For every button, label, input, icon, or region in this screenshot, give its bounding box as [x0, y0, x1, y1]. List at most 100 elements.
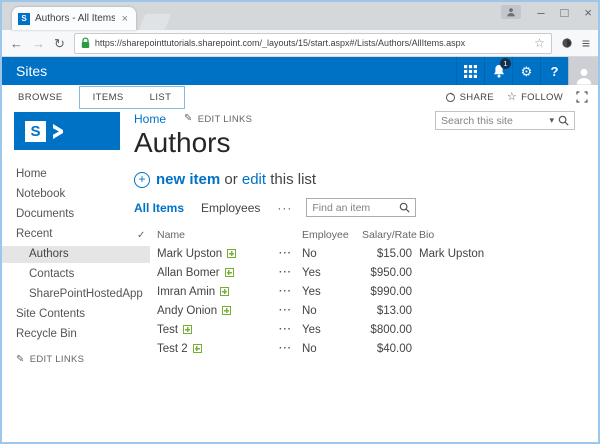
search-icon[interactable]: [558, 115, 569, 126]
forward-button[interactable]: →: [32, 37, 45, 50]
extension-icon[interactable]: [561, 37, 573, 49]
sidebar-item-label: Home: [16, 168, 47, 180]
sidebar-item-authors[interactable]: Authors: [2, 246, 150, 263]
employee-cell: Yes: [302, 286, 362, 298]
help-button[interactable]: ?: [540, 57, 568, 85]
list-rows: Mark Upston ··· No $15.00 Mark Upston Al…: [137, 244, 598, 358]
focus-on-content-icon[interactable]: [576, 91, 588, 103]
notifications-button[interactable]: 1: [484, 57, 512, 85]
tab-close-icon[interactable]: ×: [120, 13, 130, 25]
table-row[interactable]: Imran Amin ··· Yes $990.00: [137, 282, 598, 301]
bookmark-star-icon[interactable]: ☆: [534, 37, 545, 49]
item-name-link[interactable]: Imran Amin: [157, 286, 215, 298]
item-menu-button[interactable]: ···: [279, 305, 302, 316]
sidebar-item-recycle-bin[interactable]: Recycle Bin: [2, 326, 132, 343]
salary-cell: $13.00: [362, 305, 412, 317]
gear-icon: ⚙: [521, 65, 533, 78]
share-label: SHARE: [460, 92, 494, 103]
pencil-icon: ✎: [184, 114, 193, 124]
back-button[interactable]: ←: [10, 37, 23, 50]
salary-cell: $800.00: [362, 324, 412, 336]
sidebar-item-label: SharePointHostedApp: [29, 288, 143, 300]
list-header-row: ✓ Name Employee Salary/Rate Bio: [137, 226, 598, 244]
sidebar-item-recent[interactable]: Recent: [2, 226, 132, 243]
item-name-link[interactable]: Test 2: [157, 343, 188, 355]
ribbon-contextual-group: ITEMS LIST: [79, 86, 186, 109]
app-launcher-button[interactable]: [456, 57, 484, 85]
table-row[interactable]: Andy Onion ··· No $13.00: [137, 301, 598, 320]
address-bar[interactable]: https://sharepointtutorials.sharepoint.c…: [74, 33, 552, 54]
new-item-badge-icon: [227, 249, 236, 258]
table-row[interactable]: Mark Upston ··· No $15.00 Mark Upston: [137, 244, 598, 263]
settings-button[interactable]: ⚙: [512, 57, 540, 85]
person-icon: [506, 7, 516, 17]
views-more-button[interactable]: ···: [277, 201, 292, 215]
sidebar-item-label: Site Contents: [16, 308, 85, 320]
breadcrumb-home-link[interactable]: Home: [134, 112, 166, 126]
item-menu-button[interactable]: ···: [279, 267, 302, 278]
sidebar-nav: HomeNotebookDocumentsRecentAuthorsContac…: [2, 166, 132, 343]
sidebar-edit-links[interactable]: ✎ EDIT LINKS: [2, 354, 132, 365]
new-tab-button[interactable]: [139, 14, 171, 30]
user-avatar[interactable]: [568, 57, 598, 85]
follow-button[interactable]: ☆ FOLLOW: [507, 92, 563, 103]
sidebar-item-notebook[interactable]: Notebook: [2, 186, 132, 203]
view-tab-employees[interactable]: Employees: [201, 201, 260, 215]
ribbon-tab-list[interactable]: LIST: [137, 92, 185, 103]
browser-tabstrip: S Authors - All Items × – □ ×: [2, 2, 598, 30]
chrome-menu-icon[interactable]: ≡: [582, 36, 590, 50]
ribbon-tab-items[interactable]: ITEMS: [80, 92, 137, 103]
browser-tab[interactable]: S Authors - All Items ×: [12, 7, 136, 30]
window-maximize-button[interactable]: □: [561, 6, 569, 19]
item-menu-button[interactable]: ···: [279, 324, 302, 335]
item-menu-button[interactable]: ···: [279, 248, 302, 259]
notification-badge: 1: [500, 58, 511, 69]
new-item-badge-icon: [222, 306, 231, 315]
bio-cell: Mark Upston: [412, 248, 598, 260]
new-item-link[interactable]: new item: [156, 171, 220, 188]
ribbon-bar: BROWSE ITEMS LIST SHARE ☆ FOLLOW: [2, 85, 598, 109]
top-edit-links[interactable]: ✎ EDIT LINKS: [184, 114, 252, 125]
item-menu-button[interactable]: ···: [279, 286, 302, 297]
table-row[interactable]: Test ··· Yes $800.00: [137, 320, 598, 339]
find-item-placeholder: Find an item: [312, 202, 395, 214]
item-name-link[interactable]: Mark Upston: [157, 248, 222, 260]
browser-profile-button[interactable]: [501, 5, 521, 19]
sidebar-item-sharepointhostedapp[interactable]: SharePointHostedApp: [2, 286, 132, 303]
salary-cell: $40.00: [362, 343, 412, 355]
item-name-link[interactable]: Allan Bomer: [157, 267, 220, 279]
new-item-badge-icon: [220, 287, 229, 296]
edit-links-label: EDIT LINKS: [198, 114, 253, 125]
column-header-name[interactable]: Name: [157, 229, 279, 241]
item-name-link[interactable]: Test: [157, 324, 178, 336]
item-name-link[interactable]: Andy Onion: [157, 305, 217, 317]
window-close-button[interactable]: ×: [584, 6, 592, 19]
window-minimize-button[interactable]: –: [537, 6, 544, 19]
refresh-button[interactable]: ↻: [54, 37, 65, 50]
select-all-checkbox[interactable]: ✓: [137, 230, 157, 241]
table-row[interactable]: Test 2 ··· No $40.00: [137, 339, 598, 358]
edit-list-link[interactable]: edit: [242, 171, 266, 188]
new-item-plus-icon[interactable]: +: [134, 172, 150, 188]
sidebar-item-home[interactable]: Home: [2, 166, 132, 183]
table-row[interactable]: Allan Bomer ··· Yes $950.00: [137, 263, 598, 282]
column-header-bio[interactable]: Bio: [412, 229, 598, 241]
column-header-employee[interactable]: Employee: [302, 229, 362, 241]
share-button[interactable]: SHARE: [445, 92, 494, 103]
sharepoint-logo[interactable]: S: [14, 112, 120, 150]
search-scope-dropdown-icon[interactable]: ▾: [549, 116, 554, 125]
site-search-box[interactable]: Search this site ▾: [435, 111, 575, 130]
search-icon[interactable]: [399, 202, 410, 213]
sidebar-item-contacts[interactable]: Contacts: [2, 266, 132, 283]
ribbon-tab-browse[interactable]: BROWSE: [16, 92, 65, 103]
item-menu-button[interactable]: ···: [279, 343, 302, 354]
https-lock-icon: [81, 37, 90, 49]
new-item-badge-icon: [193, 344, 202, 353]
view-tab-all-items[interactable]: All Items: [134, 201, 184, 215]
sidebar-item-documents[interactable]: Documents: [2, 206, 132, 223]
suite-bar-title[interactable]: Sites: [2, 57, 456, 85]
find-item-box[interactable]: Find an item: [306, 198, 416, 217]
sidebar-item-site-contents[interactable]: Site Contents: [2, 306, 132, 323]
column-header-salary[interactable]: Salary/Rate: [362, 229, 412, 241]
left-navigation: S HomeNotebookDocumentsRecentAuthorsCont…: [2, 109, 132, 443]
